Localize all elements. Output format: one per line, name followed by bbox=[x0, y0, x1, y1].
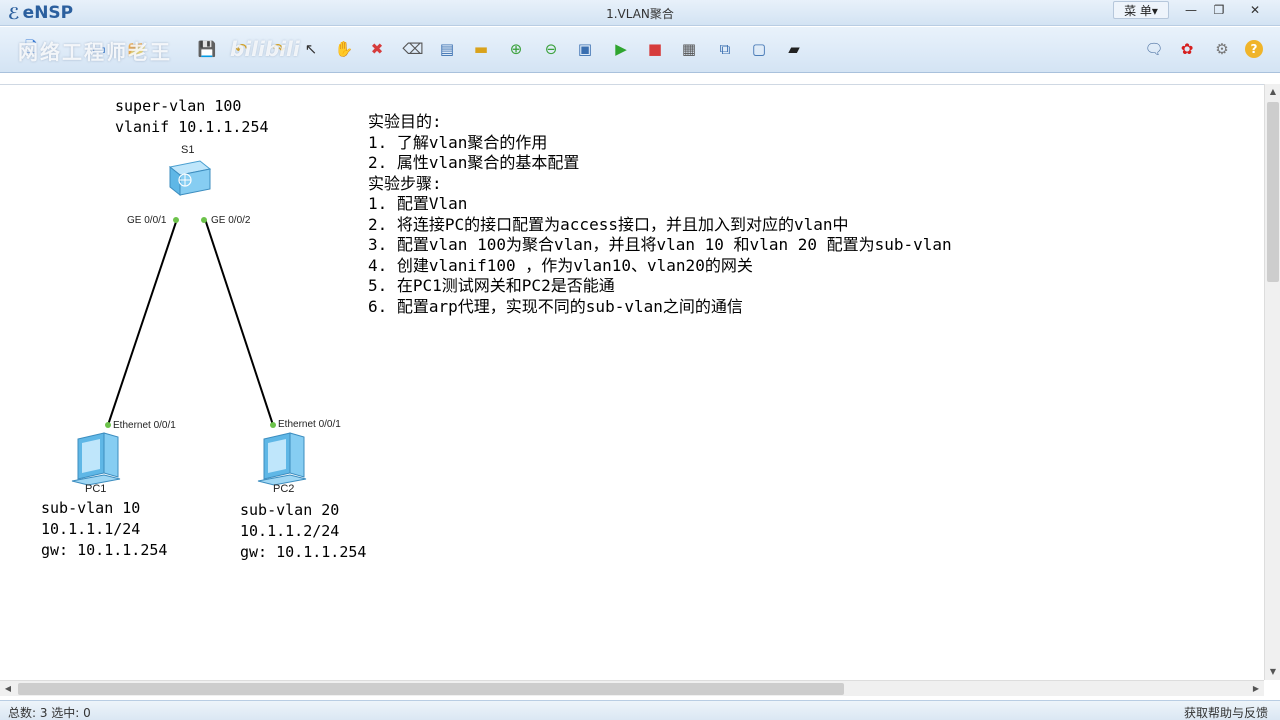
zoom-in-icon[interactable]: ⊕ bbox=[505, 38, 527, 60]
pc2-icon[interactable] bbox=[257, 432, 307, 486]
message-icon[interactable]: 🗨 bbox=[1143, 38, 1165, 60]
menu-button[interactable]: 菜 单▾ bbox=[1113, 1, 1169, 19]
pc1-icon[interactable] bbox=[71, 432, 121, 486]
delete-link-icon[interactable]: ⌫ bbox=[402, 38, 424, 60]
notes-line: 2. 将连接PC的接口配置为access接口，并且加入到对应的vlan中 bbox=[368, 214, 849, 234]
horizontal-scroll-thumb[interactable] bbox=[18, 683, 844, 695]
scroll-right-icon[interactable]: ▶ bbox=[1248, 681, 1264, 697]
title-bar: ℰ eNSP 1.VLAN聚合 菜 单▾ — ❐ ✕ bbox=[0, 0, 1280, 26]
port-dot-pc2 bbox=[270, 422, 276, 428]
scroll-left-icon[interactable]: ◀ bbox=[0, 681, 16, 697]
s1-super-vlan-label: super-vlan 100 bbox=[115, 97, 242, 115]
hand-icon[interactable]: ✋ bbox=[333, 38, 355, 60]
switch-s1-name: S1 bbox=[181, 144, 195, 156]
pc2-ip-label: 10.1.1.2/24 bbox=[240, 522, 340, 540]
zoom-out-icon[interactable]: ⊖ bbox=[540, 38, 562, 60]
vertical-scrollbar[interactable]: ▲ ▼ bbox=[1264, 84, 1280, 680]
pc2-vlan-label: sub-vlan 20 bbox=[240, 501, 340, 519]
notes-line: 4. 创建vlanif100 ，作为vlan10、vlan20的网关 bbox=[368, 255, 753, 275]
port-dot-s1-ge1 bbox=[173, 217, 179, 223]
pc1-gw-label: gw: 10.1.1.254 bbox=[41, 541, 168, 559]
port-label-s1-ge1: GE 0/0/1 bbox=[127, 215, 167, 226]
text-icon[interactable]: ▤ bbox=[436, 38, 458, 60]
scroll-up-icon[interactable]: ▲ bbox=[1265, 84, 1280, 100]
pc2-gw-label: gw: 10.1.1.254 bbox=[240, 543, 367, 561]
notes-line: 2. 属性vlan聚合的基本配置 bbox=[368, 153, 580, 172]
notes-line: 1. 配置Vlan bbox=[368, 194, 468, 213]
panel-icon[interactable]: ▢ bbox=[748, 38, 770, 60]
vertical-scroll-thumb[interactable] bbox=[1267, 102, 1279, 282]
experiment-notes: 实验目的: 1. 了解vlan聚合的作用 2. 属性vlan聚合的基本配置 实验… bbox=[368, 112, 952, 317]
link-s1-pc1[interactable] bbox=[107, 218, 178, 426]
status-count: 总数: 3 选中: 0 bbox=[8, 706, 91, 720]
notes-line: 5. 在PC1测试网关和PC2是否能通 bbox=[368, 276, 615, 295]
scroll-down-icon[interactable]: ▼ bbox=[1265, 664, 1280, 680]
huawei-icon[interactable]: ✿ bbox=[1176, 38, 1198, 60]
notes-line: 实验步骤: bbox=[368, 173, 442, 193]
link-s1-pc2[interactable] bbox=[204, 218, 274, 426]
watermark-bilibili: bilibili bbox=[230, 37, 300, 61]
port-dot-pc1 bbox=[105, 422, 111, 428]
notes-line: 实验目的: bbox=[368, 112, 442, 131]
port-label-pc2: Ethernet 0/0/1 bbox=[278, 419, 341, 430]
delete-icon[interactable]: ✖ bbox=[366, 38, 388, 60]
pc2-name: PC2 bbox=[273, 483, 295, 495]
port-dot-s1-ge2 bbox=[201, 217, 207, 223]
window-title: 1.VLAN聚合 bbox=[606, 7, 674, 21]
topology-icon[interactable]: ⧉ bbox=[714, 38, 736, 60]
notes-line: 3. 配置vlan 100为聚合vlan，并且将vlan 10 和vlan 20… bbox=[368, 235, 952, 254]
cli-icon[interactable]: ▰ bbox=[783, 38, 805, 60]
minimize-button[interactable]: — bbox=[1176, 1, 1206, 19]
palette-icon[interactable]: ▬ bbox=[470, 38, 492, 60]
fit-icon[interactable]: ▣ bbox=[574, 38, 596, 60]
horizontal-scrollbar[interactable]: ◀ ▶ bbox=[0, 680, 1264, 696]
save-icon[interactable]: 💾 bbox=[196, 38, 218, 60]
toolbar: 🗋 ▭ 📂 💾 ↶ ↷ ↖ ✋ ✖ ⌫ ▤ ▬ ⊕ ⊖ ▣ ▶ ■ ▦ ⧉ ▢ ▰ 🗨 ✿ ⚙? 网络工程师老王 bilib… bbox=[0, 27, 1280, 73]
switch-s1-icon[interactable] bbox=[168, 160, 212, 197]
port-label-pc1: Ethernet 0/0/1 bbox=[113, 420, 176, 431]
topology-canvas[interactable]: super-vlan 100 vlanif 10.1.1.254 S1 GE 0… bbox=[0, 84, 1264, 680]
start-icon[interactable]: ▶ bbox=[610, 38, 632, 60]
port-label-s1-ge2: GE 0/0/2 bbox=[211, 215, 251, 226]
capture-icon[interactable]: ▦ bbox=[678, 38, 700, 60]
help-icon[interactable]: ? bbox=[1245, 40, 1263, 58]
pc1-vlan-label: sub-vlan 10 bbox=[41, 499, 141, 517]
close-button[interactable]: ✕ bbox=[1240, 1, 1270, 19]
s1-vlanif-label: vlanif 10.1.1.254 bbox=[115, 118, 269, 136]
notes-line: 6. 配置arp代理，实现不同的sub-vlan之间的通信 bbox=[368, 296, 743, 316]
watermark-text: 网络工程师老王 bbox=[18, 40, 172, 64]
settings-icon[interactable]: ⚙ bbox=[1211, 38, 1233, 60]
stop-icon[interactable]: ■ bbox=[644, 38, 666, 60]
select-icon[interactable]: ↖ bbox=[300, 38, 322, 60]
restore-button[interactable]: ❐ bbox=[1204, 1, 1234, 19]
status-bar: 总数: 3 选中: 0 获取帮助与反馈 bbox=[0, 700, 1280, 720]
pc1-name: PC1 bbox=[85, 483, 107, 495]
pc1-ip-label: 10.1.1.1/24 bbox=[41, 520, 141, 538]
notes-line: 1. 了解vlan聚合的作用 bbox=[368, 132, 548, 152]
help-feedback-link[interactable]: 获取帮助与反馈 bbox=[1184, 704, 1268, 720]
